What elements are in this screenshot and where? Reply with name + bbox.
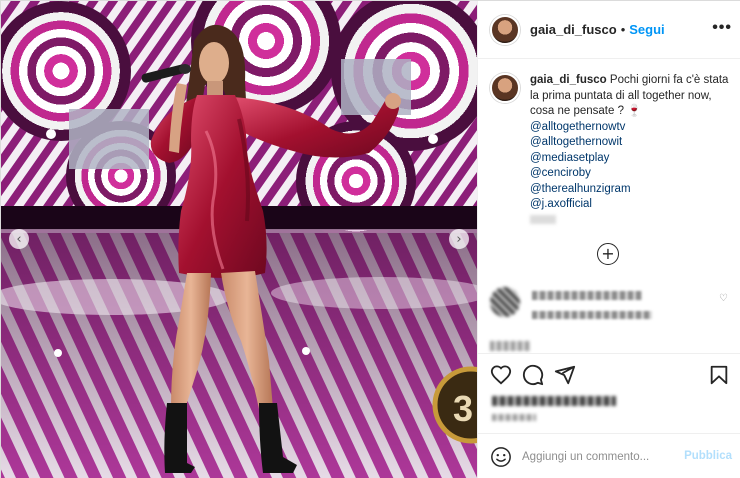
avatar[interactable]	[490, 14, 520, 45]
paper-plane-icon[interactable]	[554, 364, 576, 386]
comment-item: ♡	[490, 287, 738, 331]
badge-number: 3	[453, 388, 473, 429]
stage-performance-image: 3	[1, 1, 477, 478]
separator-dot: •	[620, 22, 626, 37]
comment-text-blurred	[532, 291, 642, 300]
carousel-prev-button[interactable]: ‹	[9, 229, 29, 249]
comment-avatar-blurred[interactable]	[490, 287, 520, 317]
post-side-panel: gaia_di_fusco • Segui ••• gaia_di_fusco …	[477, 1, 740, 478]
instagram-post-window: 3 ‹ › gaia_di_fusco • Segui ••• gaia_di_…	[0, 0, 740, 478]
likes-count-blurred[interactable]	[492, 396, 616, 406]
comment-input[interactable]	[522, 450, 672, 463]
carousel-next-button[interactable]: ›	[449, 229, 469, 249]
username-link[interactable]: gaia_di_fusco	[530, 22, 617, 37]
comments-section[interactable]: gaia_di_fusco Pochi giorni fa c'è stata …	[478, 59, 740, 353]
publish-button[interactable]: Pubblica	[684, 450, 732, 462]
mention-link[interactable]: @therealhunzigram	[530, 182, 730, 198]
plus-circle-icon: +	[601, 244, 615, 263]
more-horizontal-icon[interactable]: •••	[712, 19, 732, 37]
mention-link[interactable]: @mediasetplay	[530, 151, 730, 167]
post-photo[interactable]: 3 ‹ ›	[1, 1, 477, 478]
heart-icon[interactable]	[490, 364, 512, 386]
emoji-icon[interactable]	[490, 446, 512, 468]
post-actions	[478, 353, 740, 433]
heart-small-icon[interactable]: ♡	[719, 293, 728, 304]
post-date-blurred	[492, 414, 536, 421]
comment-icon[interactable]	[522, 364, 544, 386]
add-comment-bar: Pubblica	[478, 433, 740, 478]
follow-button[interactable]: Segui	[629, 22, 664, 37]
caption-text: gaia_di_fusco Pochi giorni fa c'è stata …	[530, 73, 730, 213]
mention-link[interactable]: @cenciroby	[530, 166, 730, 182]
mention-link[interactable]: @alltogethernowtv	[530, 120, 730, 136]
chevron-left-icon: ‹	[16, 231, 22, 247]
mention-link[interactable]: @alltogethernowit	[530, 135, 730, 151]
chevron-right-icon: ›	[456, 231, 462, 247]
comment-meta-blurred	[532, 311, 652, 319]
caption-username-link[interactable]: gaia_di_fusco	[530, 74, 607, 86]
load-more-comments-button[interactable]: +	[597, 243, 619, 265]
caption: gaia_di_fusco Pochi giorni fa c'è stata …	[490, 73, 738, 213]
mention-link[interactable]: @j.axofficial	[530, 197, 730, 213]
caption-timestamp-blurred	[530, 215, 556, 224]
caption-avatar[interactable]	[490, 73, 520, 103]
post-header: gaia_di_fusco • Segui •••	[478, 1, 740, 59]
bookmark-icon[interactable]	[708, 364, 730, 386]
comment-item-partial-blurred	[490, 341, 530, 351]
